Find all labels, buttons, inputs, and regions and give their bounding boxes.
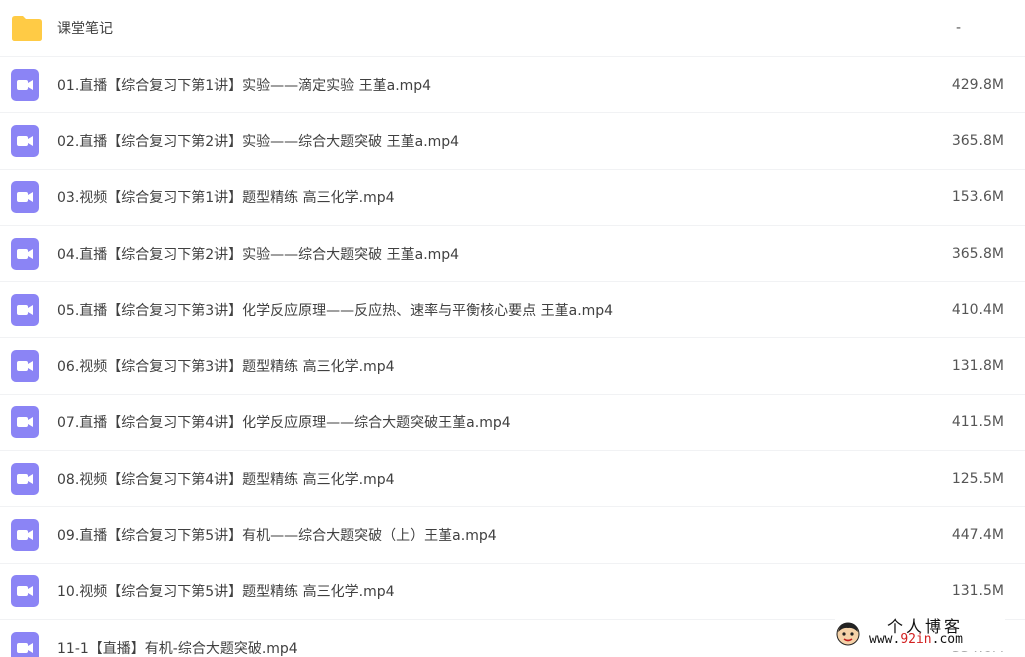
file-size: 365.8M (951, 245, 1004, 262)
file-name[interactable]: 01.直播【综合复习下第1讲】实验——滴定实验 王堇a.mp4 (57, 75, 431, 95)
folder-icon (11, 15, 43, 41)
file-row[interactable]: 04.直播【综合复习下第2讲】实验——综合大题突破 王堇a.mp4 365.8M (0, 226, 1025, 283)
file-row[interactable]: 05.直播【综合复习下第3讲】化学反应原理——反应热、速率与平衡核心要点 王堇a… (0, 282, 1025, 339)
file-name[interactable]: 11-1【直播】有机-综合大题突破.mp4 (57, 638, 298, 657)
file-size: 447.4M (951, 527, 1004, 544)
file-size: 410.4M (951, 301, 1004, 318)
file-list: 课堂笔记 - 01.直播【综合复习下第1讲】实验——滴定实验 王堇a.mp4 429.… (0, 0, 1025, 657)
video-file-icon (11, 68, 39, 101)
file-name[interactable]: 05.直播【综合复习下第3讲】化学反应原理——反应热、速率与平衡核心要点 王堇a… (57, 300, 613, 320)
video-file-icon (11, 519, 39, 552)
cartoon-face-icon (835, 621, 861, 647)
video-file-icon (11, 237, 39, 270)
file-size: 125.5M (951, 470, 1004, 487)
file-row[interactable]: 03.视频【综合复习下第1讲】题型精练 高三化学.mp4 153.6M (0, 170, 1025, 226)
file-row[interactable]: 10.视频【综合复习下第5讲】题型精练 高三化学.mp4 131.5M (0, 564, 1025, 620)
file-size: 365.8M (951, 132, 1004, 149)
folder-row[interactable]: 课堂笔记 - (0, 0, 1025, 57)
file-name[interactable]: 10.视频【综合复习下第5讲】题型精练 高三化学.mp4 (57, 581, 395, 601)
file-row[interactable]: 09.直播【综合复习下第5讲】有机——综合大题突破（上）王堇a.mp4 447.4… (0, 507, 1025, 564)
video-file-icon (11, 181, 39, 214)
file-name[interactable]: 09.直播【综合复习下第5讲】有机——综合大题突破（上）王堇a.mp4 (57, 525, 497, 545)
file-name[interactable]: 08.视频【综合复习下第4讲】题型精练 高三化学.mp4 (57, 469, 395, 489)
file-name[interactable]: 04.直播【综合复习下第2讲】实验——综合大题突破 王堇a.mp4 (57, 244, 459, 264)
file-size: 153.6M (951, 189, 1004, 206)
video-file-icon (11, 631, 39, 657)
file-row[interactable]: 08.视频【综合复习下第4讲】题型精练 高三化学.mp4 125.5M (0, 451, 1025, 508)
file-row[interactable]: 01.直播【综合复习下第1讲】实验——滴定实验 王堇a.mp4 429.8M (0, 57, 1025, 114)
file-name[interactable]: 06.视频【综合复习下第3讲】题型精练 高三化学.mp4 (57, 356, 395, 376)
file-name[interactable]: 课堂笔记 (57, 18, 113, 38)
file-name[interactable]: 07.直播【综合复习下第4讲】化学反应原理——综合大题突破王堇a.mp4 (57, 412, 511, 432)
file-size: - (955, 20, 961, 36)
file-row[interactable]: 07.直播【综合复习下第4讲】化学反应原理——综合大题突破王堇a.mp4 411.… (0, 395, 1025, 452)
file-name[interactable]: 03.视频【综合复习下第1讲】题型精练 高三化学.mp4 (57, 187, 395, 207)
video-file-icon (11, 124, 39, 157)
watermark: 个人博客 www.92in.com (835, 617, 1005, 651)
video-file-icon (11, 406, 39, 439)
file-size: 411.5M (951, 414, 1004, 431)
file-name[interactable]: 02.直播【综合复习下第2讲】实验——综合大题突破 王堇a.mp4 (57, 131, 459, 151)
video-file-icon (11, 350, 39, 383)
file-size: 131.8M (951, 358, 1004, 375)
file-size: 429.8M (951, 76, 1004, 93)
file-row[interactable]: 06.视频【综合复习下第3讲】题型精练 高三化学.mp4 131.8M (0, 338, 1025, 395)
file-row[interactable]: 02.直播【综合复习下第2讲】实验——综合大题突破 王堇a.mp4 365.8M (0, 113, 1025, 170)
video-file-icon (11, 462, 39, 495)
watermark-url: www.92in.com (869, 632, 963, 647)
video-file-icon (11, 293, 39, 326)
video-file-icon (11, 575, 39, 608)
file-size: 131.5M (951, 583, 1004, 600)
